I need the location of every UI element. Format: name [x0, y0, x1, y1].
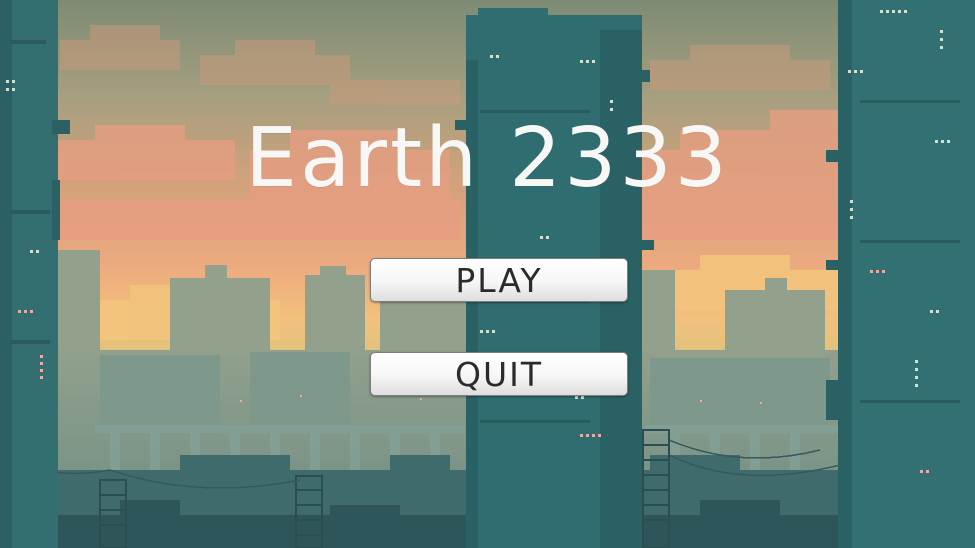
play-button[interactable]: PLAY: [370, 258, 628, 302]
quit-button[interactable]: QUIT: [370, 352, 628, 396]
right-tower: [826, 0, 975, 548]
title-screen: Earth 2333 PLAY QUIT: [0, 0, 975, 548]
game-title: Earth 2333: [245, 111, 730, 206]
